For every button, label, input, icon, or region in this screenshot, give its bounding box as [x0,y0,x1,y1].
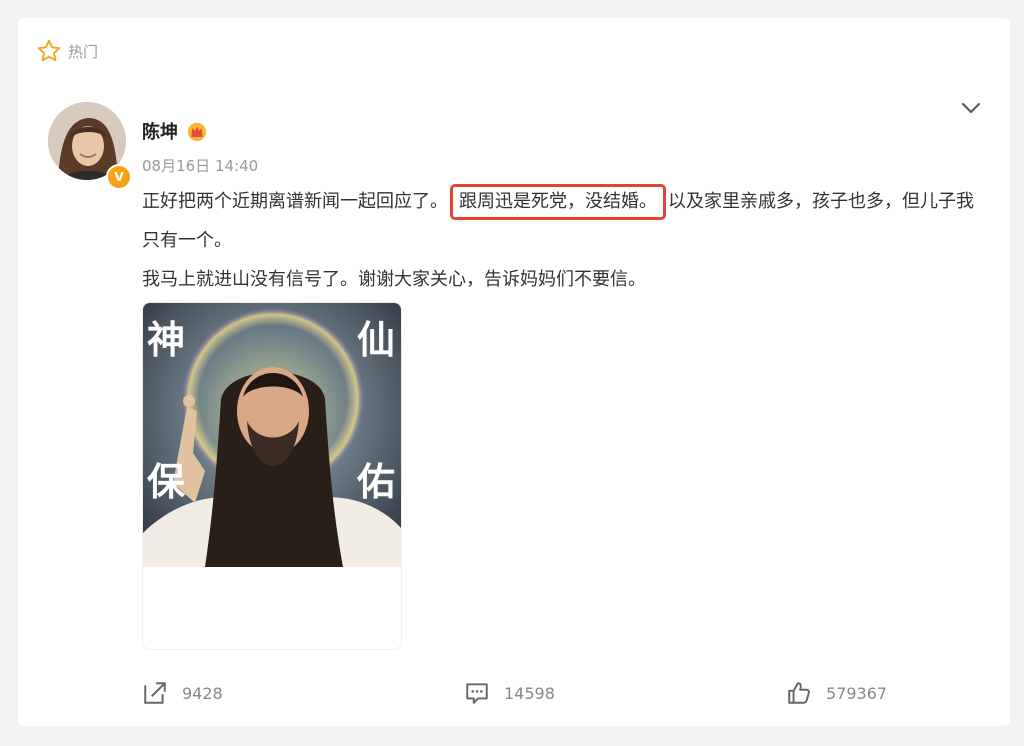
hot-label: 热门 [68,42,99,61]
image-caption-char: 神 [147,318,186,362]
author-row: 陈坤 [142,118,208,144]
post-image[interactable]: 神 仙 保 佑 [142,302,402,650]
repost-button[interactable]: 9428 [142,680,223,706]
image-caption-char: 佑 [357,460,396,504]
post-text: 正好把两个近期离谱新闻一起回应了。 跟周迅是死党，没结婚。 以及家里亲戚多，孩子也多… [142,182,982,299]
share-icon [144,682,166,704]
verified-badge-icon: V [106,164,132,190]
post-text-line-1: 正好把两个近期离谱新闻一起回应了。 跟周迅是死党，没结婚。 以及家里亲戚多，孩子也多… [142,182,982,260]
chevron-down-icon[interactable] [960,100,982,116]
weibo-post-card: 热门 V 陈坤 08月16日 14:40 正好把两个近期离谱新闻一起回应了。 跟周… [18,18,1010,726]
like-count: 579367 [826,683,888,703]
action-bar: 9428 14598 579367 [142,680,902,712]
comment-icon [466,683,488,704]
author-name[interactable]: 陈坤 [142,118,178,144]
crown-icon [187,122,207,142]
post-time[interactable]: 08月16日 14:40 [142,155,258,176]
comment-count: 14598 [504,683,555,703]
highlighted-text: 跟周迅是死党，没结婚。 [450,184,666,220]
hot-section-tag: 热门 [36,38,98,64]
image-caption-char: 仙 [357,318,396,362]
star-icon [37,39,61,62]
post-text-line-2: 我马上就进山没有信号了。谢谢大家关心，告诉妈妈们不要信。 [142,269,646,290]
like-icon [788,682,810,704]
comment-button[interactable]: 14598 [464,680,555,706]
image-caption-char: 保 [147,460,186,504]
repost-count: 9428 [182,683,223,703]
like-button[interactable]: 579367 [786,680,887,706]
